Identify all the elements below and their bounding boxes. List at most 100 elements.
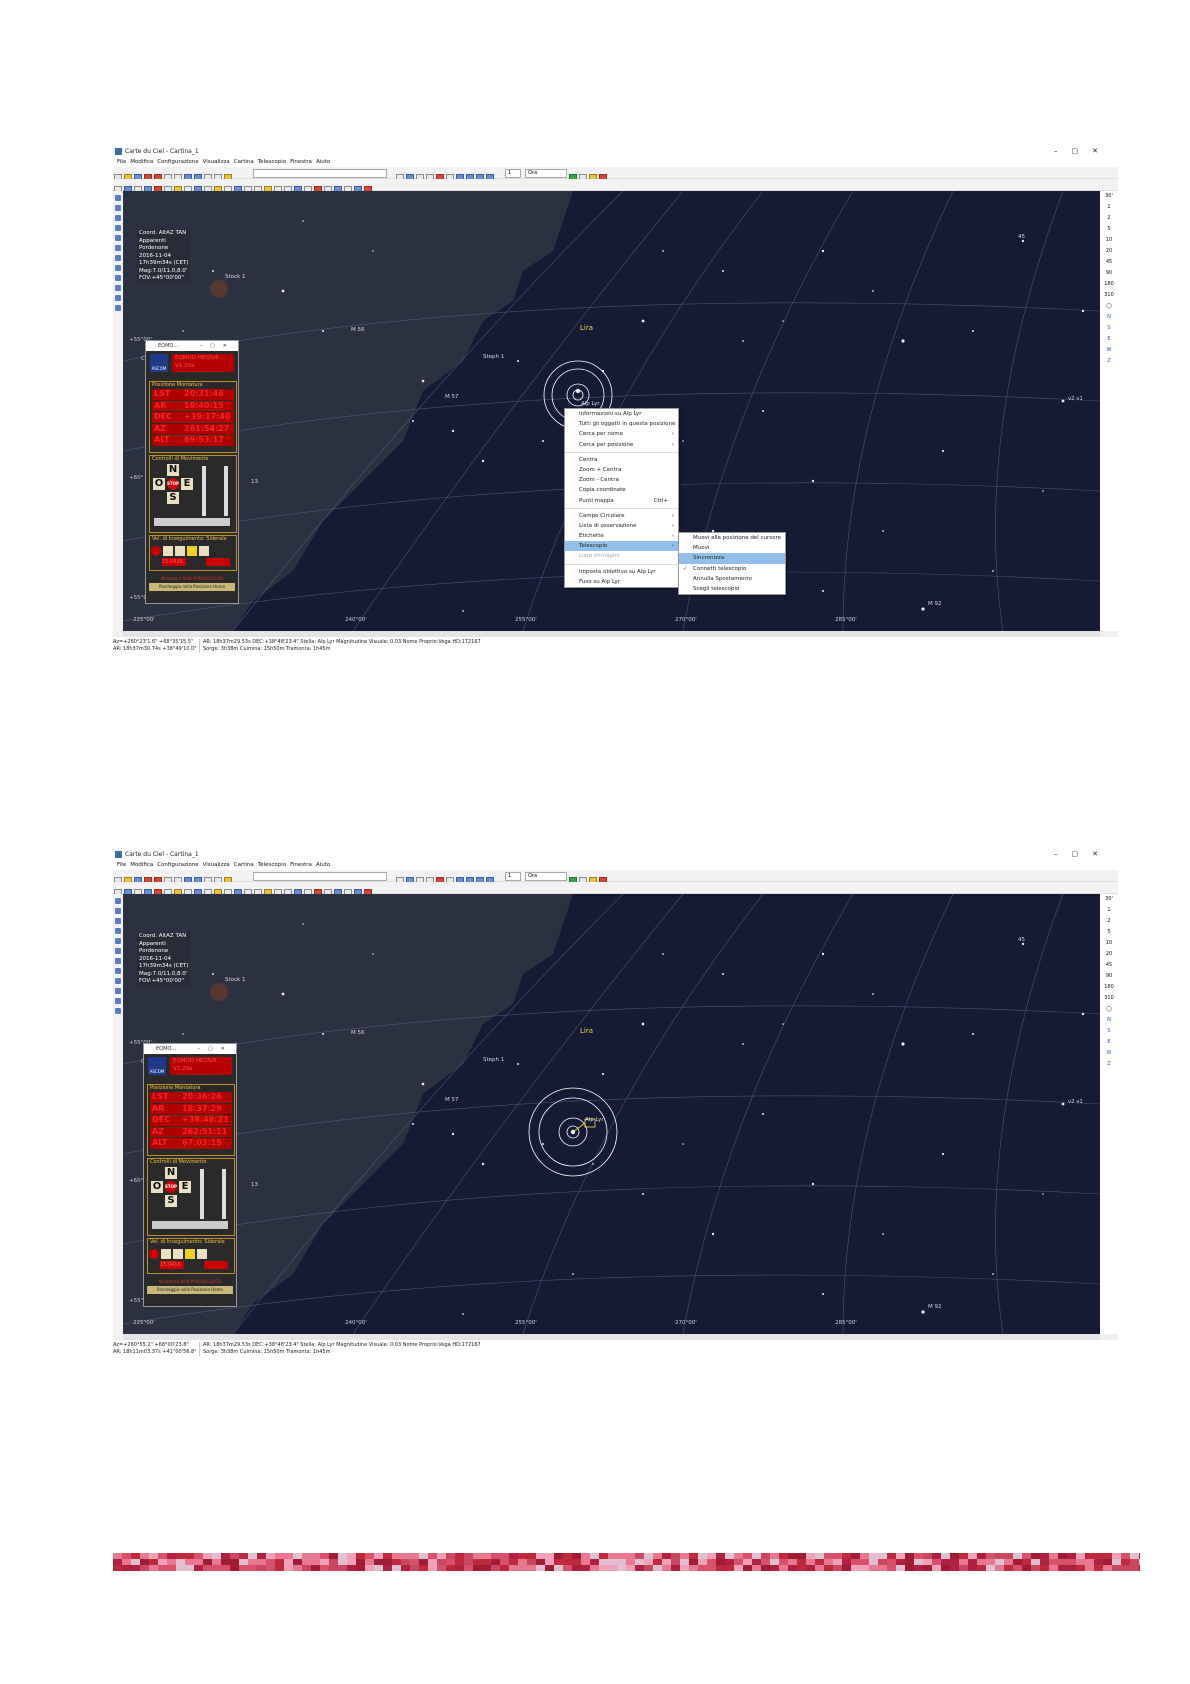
context-menu-item[interactable]: Telescopio › bbox=[565, 541, 678, 552]
left-tool-11-icon[interactable] bbox=[115, 998, 121, 1004]
ra-rate-slider[interactable] bbox=[202, 466, 206, 516]
left-tool-5-icon[interactable] bbox=[115, 938, 121, 944]
north-button[interactable]: N bbox=[167, 464, 179, 476]
context-menu-item[interactable]: Cerca per nome › bbox=[565, 429, 678, 439]
direction-button[interactable]: W bbox=[1100, 1048, 1118, 1059]
menu-configurazione[interactable]: Configurazione bbox=[157, 159, 198, 165]
east-button[interactable]: E bbox=[181, 478, 193, 490]
search-combo[interactable] bbox=[253, 872, 387, 881]
left-tool-6-icon[interactable] bbox=[115, 948, 121, 954]
fov-button[interactable]: 90 bbox=[1100, 268, 1118, 279]
ra-rate-slider[interactable] bbox=[200, 1169, 204, 1219]
track-sidereal-icon[interactable] bbox=[163, 546, 173, 556]
fov-button[interactable]: 2 bbox=[1100, 916, 1118, 927]
menu-aiuto[interactable]: Aiuto bbox=[316, 862, 330, 868]
dec-rate-slider[interactable] bbox=[222, 1169, 226, 1219]
left-tool-2-icon[interactable] bbox=[115, 205, 121, 211]
fov-button[interactable]: 1 bbox=[1100, 202, 1118, 213]
fov-button[interactable]: 30' bbox=[1100, 191, 1118, 202]
fov-button[interactable]: 180 bbox=[1100, 982, 1118, 993]
submenu-item[interactable]: Muovi bbox=[679, 543, 785, 553]
context-menu-item[interactable]: Imposta obiettivo su Alp Lyr bbox=[565, 567, 678, 577]
menu-cartina[interactable]: Cartina bbox=[234, 862, 254, 868]
direction-button[interactable]: Z bbox=[1100, 356, 1118, 367]
menu-file[interactable]: File bbox=[117, 862, 126, 868]
sky-map[interactable]: Coord. AltAZ TAN Apparenti Pordenone 201… bbox=[123, 191, 1100, 631]
track-lunar-icon[interactable] bbox=[175, 546, 185, 556]
fov-circle-icon[interactable]: ◯ bbox=[1100, 1004, 1118, 1015]
left-tool-7-icon[interactable] bbox=[115, 958, 121, 964]
fov-button[interactable]: 45 bbox=[1100, 960, 1118, 971]
fov-button[interactable]: 5 bbox=[1100, 224, 1118, 235]
left-tool-4-icon[interactable] bbox=[115, 928, 121, 934]
unit-select[interactable]: Ora bbox=[525, 872, 567, 881]
window-controls[interactable]: –▢✕ bbox=[1054, 145, 1112, 158]
sky-map[interactable]: Coord. AltAZ TAN Apparenti Pordenone 201… bbox=[123, 894, 1100, 1334]
menu-telescopio[interactable]: Telescopio bbox=[258, 862, 286, 868]
context-menu-item[interactable]: Centra bbox=[565, 455, 678, 465]
park-button[interactable]: Parcheggia nella Posizione Home bbox=[147, 1286, 233, 1294]
fov-button[interactable]: 30' bbox=[1100, 894, 1118, 905]
control-buttons-row[interactable] bbox=[154, 518, 230, 526]
south-button[interactable]: S bbox=[165, 1195, 177, 1207]
submenu-item[interactable]: Scegli telescopio bbox=[679, 584, 785, 594]
left-tool-10-icon[interactable] bbox=[115, 988, 121, 994]
track-stop-icon[interactable] bbox=[151, 546, 161, 556]
fov-button[interactable]: 10 bbox=[1100, 235, 1118, 246]
fov-button[interactable]: 20 bbox=[1100, 949, 1118, 960]
context-menu-item[interactable]: Etichette › bbox=[565, 531, 678, 541]
menu-finestra[interactable]: Finestra bbox=[290, 159, 312, 165]
search-combo[interactable] bbox=[253, 169, 387, 178]
left-tool-2-icon[interactable] bbox=[115, 908, 121, 914]
fov-button[interactable]: 310 bbox=[1100, 993, 1118, 1004]
track-solar-icon[interactable] bbox=[185, 1249, 195, 1259]
fov-button[interactable]: 180 bbox=[1100, 279, 1118, 290]
east-button[interactable]: E bbox=[179, 1181, 191, 1193]
direction-button[interactable]: W bbox=[1100, 345, 1118, 356]
context-menu-item[interactable]: Cerca per posizione › bbox=[565, 440, 678, 450]
dec-rate-field[interactable] bbox=[204, 1261, 228, 1269]
left-tool-6-icon[interactable] bbox=[115, 245, 121, 251]
control-buttons-row[interactable] bbox=[152, 1221, 228, 1229]
left-tool-11-icon[interactable] bbox=[115, 295, 121, 301]
eqmod-window-controls[interactable]: –▢✕ bbox=[198, 1044, 233, 1054]
fov-button[interactable]: 2 bbox=[1100, 213, 1118, 224]
left-tool-1-icon[interactable] bbox=[115, 898, 121, 904]
fov-button[interactable]: 20 bbox=[1100, 246, 1118, 257]
menu-modifica[interactable]: Modifica bbox=[130, 159, 153, 165]
left-tool-3-icon[interactable] bbox=[115, 215, 121, 221]
left-tool-12-icon[interactable] bbox=[115, 305, 121, 311]
west-button[interactable]: O bbox=[153, 478, 165, 490]
menu-visualizza[interactable]: Visualizza bbox=[203, 862, 230, 868]
eqmod-window-controls[interactable]: –▢✕ bbox=[200, 341, 235, 351]
submenu-item[interactable]: Annulla Spostamento bbox=[679, 574, 785, 584]
ar-rate-field[interactable]: 15.0416 bbox=[160, 1261, 184, 1269]
north-button[interactable]: N bbox=[165, 1167, 177, 1179]
submenu-item[interactable]: ✓ Connetti telescopio bbox=[679, 564, 785, 574]
left-tool-7-icon[interactable] bbox=[115, 255, 121, 261]
context-menu-item[interactable]: Campo Circolare › bbox=[565, 511, 678, 521]
direction-button[interactable]: E bbox=[1100, 1037, 1118, 1048]
track-sidereal-icon[interactable] bbox=[161, 1249, 171, 1259]
step-spin[interactable]: 1 bbox=[505, 872, 521, 881]
stop-button[interactable]: STOP bbox=[167, 478, 179, 490]
direction-button[interactable]: N bbox=[1100, 1015, 1118, 1026]
track-solar-icon[interactable] bbox=[187, 546, 197, 556]
context-menu-item[interactable]: Zoom - Centra bbox=[565, 475, 678, 485]
context-menu-item[interactable]: Informazioni su Alp Lyr bbox=[565, 409, 678, 419]
track-custom-icon[interactable] bbox=[199, 546, 209, 556]
track-lunar-icon[interactable] bbox=[173, 1249, 183, 1259]
menu-file[interactable]: File bbox=[117, 159, 126, 165]
left-tool-10-icon[interactable] bbox=[115, 285, 121, 291]
ar-rate-field[interactable]: 15.0416 bbox=[162, 558, 186, 566]
context-menu-item[interactable]: Fuso su Alp Lyr bbox=[565, 577, 678, 587]
unit-select[interactable]: Ora bbox=[525, 169, 567, 178]
left-tool-8-icon[interactable] bbox=[115, 265, 121, 271]
direction-button[interactable]: N bbox=[1100, 312, 1118, 323]
left-tool-1-icon[interactable] bbox=[115, 195, 121, 201]
menu-configurazione[interactable]: Configurazione bbox=[157, 862, 198, 868]
fov-button[interactable]: 10 bbox=[1100, 938, 1118, 949]
south-button[interactable]: S bbox=[167, 492, 179, 504]
context-menu-item[interactable]: Lista di osservazione › bbox=[565, 521, 678, 531]
fov-button[interactable]: 45 bbox=[1100, 257, 1118, 268]
